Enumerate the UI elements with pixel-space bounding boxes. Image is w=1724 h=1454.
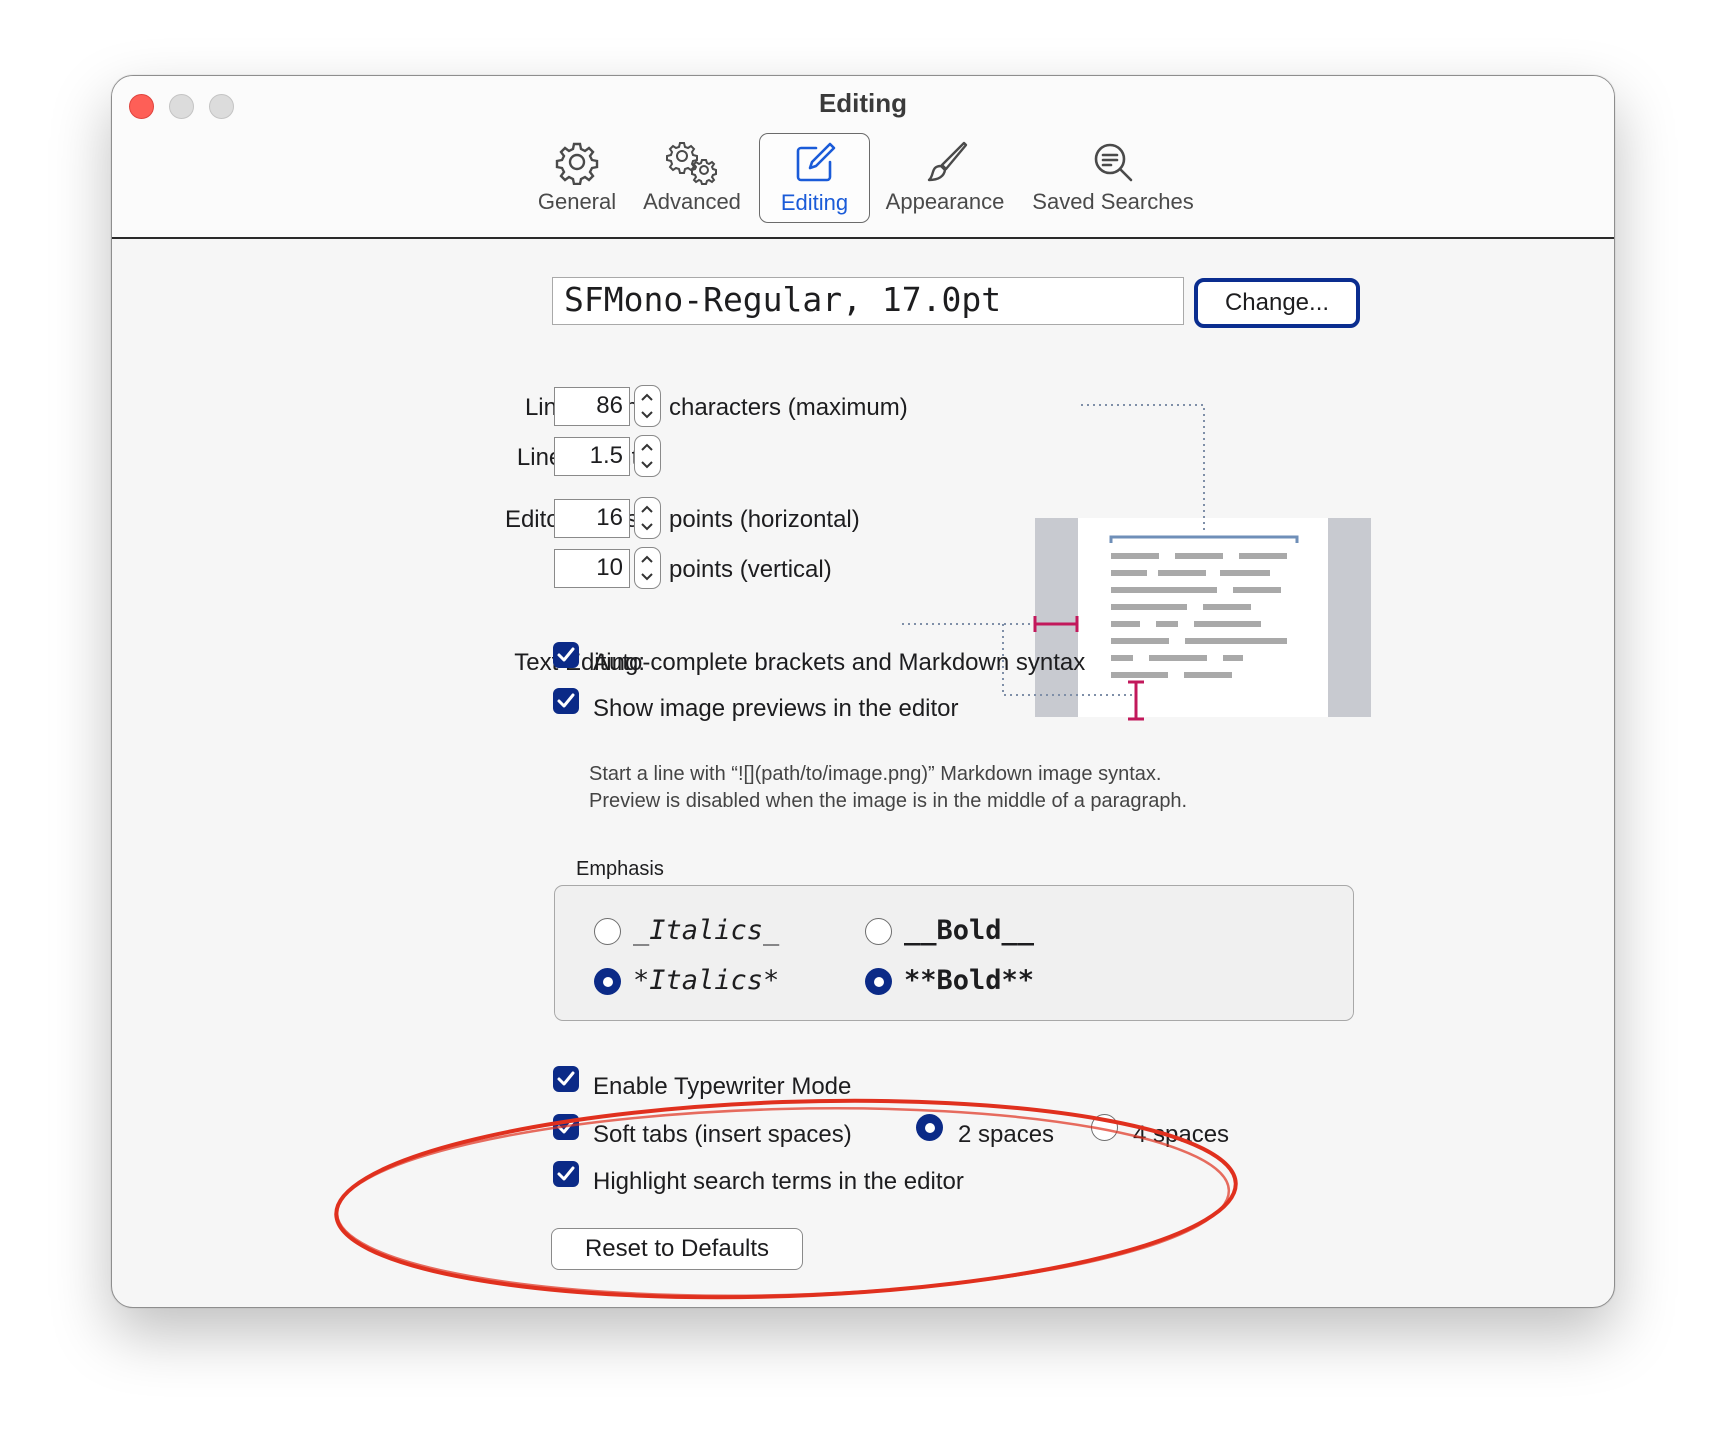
image-previews-label: Show image previews in the editor: [593, 695, 959, 722]
bold-asterisk-radio[interactable]: [865, 968, 892, 995]
gears-icon: [666, 142, 717, 185]
toolbar: Editing General Advanced Editing Appeara…: [112, 76, 1614, 239]
bold-asterisk-label: **Bold**: [904, 965, 1035, 996]
inset-vertical-stepper[interactable]: [634, 547, 661, 589]
bold-underscore-radio[interactable]: [865, 918, 892, 945]
tab-advanced-label: Advanced: [643, 189, 741, 214]
tab-appearance[interactable]: Appearance: [880, 133, 1010, 221]
checkmark-icon: [557, 647, 575, 662]
autocomplete-label: Auto-complete brackets and Markdown synt…: [593, 649, 1086, 676]
line-width-input[interactable]: 86: [554, 387, 630, 426]
bold-underscore-label: __Bold__: [904, 915, 1035, 946]
image-previews-checkbox[interactable]: [553, 688, 579, 714]
autocomplete-checkbox[interactable]: [553, 642, 579, 668]
emphasis-group: [554, 885, 1354, 1021]
stepper-arrows-icon: [641, 555, 653, 581]
italics-asterisk-label: *Italics*: [633, 965, 780, 996]
line-height-input[interactable]: 1.5: [554, 437, 630, 476]
line-height-stepper[interactable]: [634, 435, 661, 477]
tab-general[interactable]: General: [527, 133, 627, 221]
tab-general-label: General: [537, 189, 617, 214]
italics-underscore-radio[interactable]: [594, 918, 621, 945]
tab-saved-searches[interactable]: Saved Searches: [1027, 133, 1199, 221]
change-font-button[interactable]: Change...: [1194, 278, 1360, 328]
inset-vertical-input[interactable]: 10: [554, 549, 630, 588]
tab-appearance-label: Appearance: [885, 189, 1005, 214]
inset-horizontal-input[interactable]: 16: [554, 499, 630, 538]
edit-icon: [796, 142, 835, 182]
inset-vertical-suffix: points (vertical): [669, 556, 832, 583]
tab-saved-searches-label: Saved Searches: [1032, 189, 1194, 214]
line-width-stepper[interactable]: [634, 385, 661, 427]
brush-icon: [927, 141, 968, 182]
tab-editing[interactable]: Editing: [759, 133, 870, 223]
checkmark-icon: [557, 693, 575, 708]
italics-asterisk-radio[interactable]: [594, 968, 621, 995]
stepper-arrows-icon: [641, 393, 653, 419]
inset-horizontal-stepper[interactable]: [634, 497, 661, 539]
line-width-suffix: characters (maximum): [669, 394, 908, 421]
preferences-window: Editing General Advanced Editing Appeara…: [111, 75, 1615, 1308]
window-title: Editing: [818, 88, 908, 118]
image-previews-hint-1: Start a line with “![](path/to/image.png…: [589, 763, 1162, 785]
stepper-arrows-icon: [641, 505, 653, 531]
annotation-ellipse: [334, 1098, 1238, 1300]
checkmark-icon: [557, 1071, 575, 1086]
tab-advanced[interactable]: Advanced: [636, 133, 748, 221]
search-list-icon: [1094, 143, 1133, 182]
font-field: SFMono-Regular, 17.0pt: [552, 277, 1184, 325]
image-previews-hint-2: Preview is disabled when the image is in…: [589, 790, 1188, 812]
typewriter-mode-checkbox[interactable]: [553, 1066, 579, 1092]
tab-editing-label: Editing: [780, 190, 849, 215]
emphasis-title: Emphasis: [576, 858, 664, 880]
stepper-arrows-icon: [641, 443, 653, 469]
gear-icon: [555, 142, 599, 185]
inset-horizontal-suffix: points (horizontal): [669, 506, 860, 533]
italics-underscore-label: _Italics_: [633, 915, 780, 946]
